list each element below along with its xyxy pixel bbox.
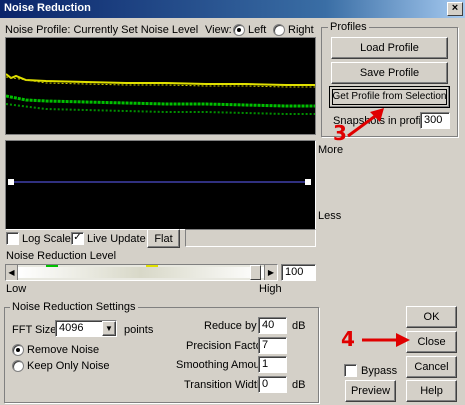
reduction-level-label: Noise Reduction Level — [6, 250, 117, 262]
noise-profile-graph — [5, 37, 316, 135]
remove-noise-radio[interactable] — [12, 344, 24, 356]
noise-profile-caption: Noise Profile: Currently Set Noise Level — [5, 24, 199, 36]
slider-thumb[interactable] — [250, 265, 261, 280]
window-title: Noise Reduction — [4, 2, 91, 14]
annotation-arrow-3-icon — [347, 108, 384, 138]
slider-high-label: High — [259, 283, 282, 295]
noise-level-yellow-trace — [5, 73, 315, 86]
noise-level-green-trace — [5, 94, 315, 108]
reduce-by-unit: dB — [292, 320, 306, 332]
preview-button[interactable]: Preview — [345, 380, 396, 402]
precision-factor-label: Precision Factor — [186, 340, 266, 352]
slider-right-arrow-icon[interactable]: ▶ — [264, 265, 277, 280]
annotation-step-4: 4 — [341, 327, 355, 351]
close-icon: × — [451, 2, 459, 14]
cancel-button[interactable]: Cancel — [406, 356, 457, 378]
status-field — [185, 229, 316, 247]
noise-level-green-trace-low — [5, 103, 315, 115]
curve-handle-right — [305, 179, 311, 185]
reduction-level-slider[interactable]: ◀ ▶ — [5, 264, 278, 281]
keep-only-noise-radio[interactable] — [12, 360, 24, 372]
log-scale-label: Log Scale — [22, 233, 71, 245]
close-button[interactable]: Close — [406, 331, 457, 353]
reduce-by-input[interactable]: 40 — [258, 317, 287, 334]
close-window-button[interactable]: × — [447, 2, 463, 16]
view-left-radio[interactable] — [233, 24, 245, 36]
smoothing-amount-label: Smoothing Amount — [176, 359, 269, 371]
view-left-label: Left — [248, 24, 267, 36]
keep-only-noise-label: Keep Only Noise — [27, 360, 110, 372]
flat-button[interactable]: Flat — [147, 229, 180, 248]
slider-left-arrow-icon[interactable]: ◀ — [6, 265, 18, 280]
view-label: View: — [205, 24, 232, 36]
live-update-checkbox[interactable]: ✓ — [71, 232, 84, 245]
smoothing-amount-input[interactable]: 1 — [258, 356, 287, 373]
fft-size-select[interactable]: 4096 ▼ — [55, 320, 117, 337]
slider-track — [18, 267, 264, 278]
slider-marker-green — [46, 265, 58, 267]
load-profile-button[interactable]: Load Profile — [331, 37, 448, 59]
curve-handle-left — [8, 179, 14, 185]
ok-button[interactable]: OK — [406, 306, 457, 328]
fft-size-unit: points — [124, 324, 154, 336]
noise-profile-plot — [5, 73, 315, 115]
annotation-arrow-4-icon — [362, 333, 410, 347]
bypass-checkbox[interactable] — [344, 364, 357, 377]
help-button[interactable]: Help — [406, 380, 457, 402]
reduction-curve-graph[interactable] — [5, 140, 316, 230]
curve-more-label: More — [318, 144, 344, 156]
save-profile-button[interactable]: Save Profile — [331, 62, 448, 84]
profiles-group-title: Profiles — [328, 21, 369, 33]
view-right-label: Right — [288, 24, 314, 36]
fft-size-value: 4096 — [59, 322, 84, 334]
curve-less-label: Less — [318, 210, 342, 222]
reduce-by-label: Reduce by — [204, 320, 257, 332]
title-bar: Noise Reduction × — [0, 0, 465, 18]
fft-size-label: FFT Size — [12, 324, 57, 336]
precision-factor-input[interactable]: 7 — [258, 337, 287, 354]
live-update-label: Live Update — [87, 233, 146, 245]
log-scale-checkbox[interactable] — [6, 232, 19, 245]
transition-width-unit: dB — [292, 379, 306, 391]
reduction-curve-plot — [8, 179, 311, 185]
remove-noise-label: Remove Noise — [27, 344, 100, 356]
slider-low-label: Low — [6, 283, 27, 295]
reduction-level-input[interactable]: 100 — [281, 264, 316, 281]
bypass-label: Bypass — [361, 365, 398, 377]
settings-group-title: Noise Reduction Settings — [10, 301, 138, 313]
snapshots-input[interactable]: 300 — [420, 112, 450, 129]
transition-width-label: Transition Width — [184, 379, 264, 391]
view-right-radio[interactable] — [273, 24, 285, 36]
slider-marker-yellow — [146, 265, 158, 267]
dropdown-arrow-icon[interactable]: ▼ — [102, 321, 116, 336]
transition-width-input[interactable]: 0 — [258, 376, 287, 393]
